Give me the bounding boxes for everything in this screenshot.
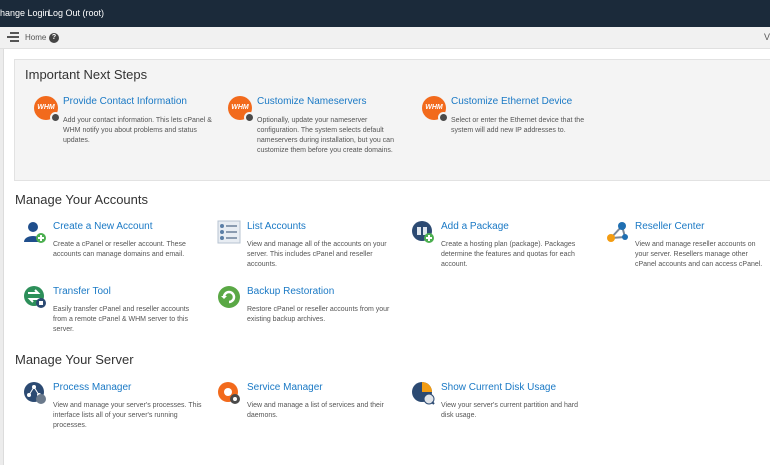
chevron-down-icon[interactable]: V	[764, 32, 770, 42]
list-accounts-link[interactable]: List Accounts	[247, 221, 306, 232]
contact-info-desc: Add your contact information. This lets …	[63, 117, 212, 144]
process-manager-link[interactable]: Process Manager	[53, 382, 131, 393]
whm-settings-icon: WHM	[34, 96, 61, 123]
backup-restoration-desc: Restore cPanel or reseller accounts from…	[247, 306, 390, 323]
next-steps-title: Important Next Steps	[25, 67, 148, 82]
add-package-link[interactable]: Add a Package	[441, 221, 509, 232]
service-manager-desc: View and manage a list of services and t…	[247, 402, 384, 419]
process-icon	[24, 382, 46, 404]
transfer-tool-link[interactable]: Transfer Tool	[53, 286, 111, 297]
create-account-link[interactable]: Create a New Account	[53, 221, 153, 232]
whm-settings-icon: WHM	[422, 96, 449, 123]
package-add-icon	[412, 221, 434, 243]
reseller-center-link[interactable]: Reseller Center	[635, 221, 704, 232]
add-package-desc: Create a hosting plan (package). Package…	[441, 241, 576, 268]
disk-usage-desc: View your server's current partition and…	[441, 402, 578, 419]
menu-toggle-icon[interactable]	[7, 32, 19, 42]
contact-info-link[interactable]: Provide Contact Information	[63, 96, 187, 107]
reseller-center-desc: View and manage reseller accounts on you…	[635, 241, 763, 268]
transfer-tool-desc: Easily transfer cPanel and reseller acco…	[53, 306, 190, 333]
disk-usage-link[interactable]: Show Current Disk Usage	[441, 382, 556, 393]
process-manager-desc: View and manage your server's processes.…	[53, 402, 202, 429]
disk-usage-icon	[412, 382, 435, 405]
network-icon	[607, 222, 628, 242]
whm-settings-icon: WHM	[228, 96, 255, 123]
nameservers-desc: Optionally, update your nameserver confi…	[257, 117, 394, 154]
transfer-icon	[24, 286, 46, 308]
service-manager-link[interactable]: Service Manager	[247, 382, 323, 393]
backup-restoration-link[interactable]: Backup Restoration	[247, 286, 334, 297]
logout-link[interactable]: Log Out (root)	[48, 8, 104, 18]
change-login-link[interactable]: hange Login	[0, 8, 50, 18]
manage-server-title: Manage Your Server	[15, 352, 134, 367]
top-navbar: hange Login Log Out (root)	[0, 0, 770, 27]
sidebar-collapsed[interactable]	[0, 49, 4, 465]
create-account-desc: Create a cPanel or reseller account. The…	[53, 241, 186, 258]
ethernet-device-desc: Select or enter the Ethernet device that…	[451, 117, 585, 134]
nameservers-link[interactable]: Customize Nameservers	[257, 96, 366, 107]
ethernet-device-link[interactable]: Customize Ethernet Device	[451, 96, 572, 107]
list-icon	[217, 220, 241, 244]
restore-icon	[218, 286, 240, 308]
breadcrumb-home[interactable]: Home	[25, 33, 46, 42]
help-icon[interactable]: ?	[49, 33, 59, 43]
list-accounts-desc: View and manage all of the accounts on y…	[247, 241, 387, 268]
service-gear-icon	[218, 382, 240, 404]
breadcrumb-bar	[0, 27, 770, 49]
manage-accounts-title: Manage Your Accounts	[15, 192, 148, 207]
user-add-icon	[24, 222, 46, 243]
